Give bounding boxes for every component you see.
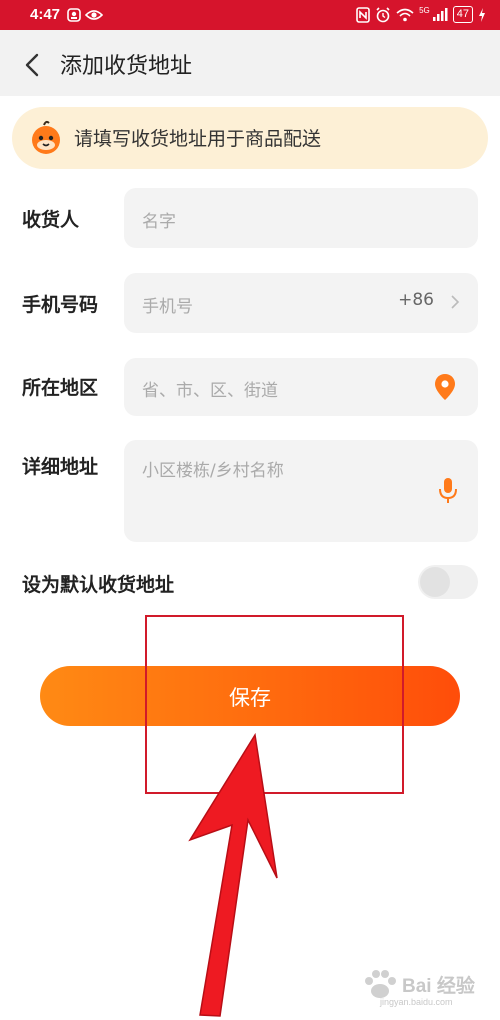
detail-placeholder: 小区楼栋/乡村名称 xyxy=(142,461,284,481)
signal-icon xyxy=(432,7,448,21)
location-pin-icon[interactable] xyxy=(434,373,456,401)
phone-placeholder: 手机号 xyxy=(142,297,193,317)
toggle-knob xyxy=(420,567,450,597)
network-type: 5G xyxy=(419,6,430,15)
back-arrow-icon xyxy=(25,53,39,77)
eye-icon xyxy=(85,10,103,20)
region-label: 所在地区 xyxy=(22,377,99,399)
phone-label: 手机号码 xyxy=(22,294,99,316)
status-right-icons: 5G 47 xyxy=(356,6,486,23)
paw-logo-icon xyxy=(365,970,396,998)
save-button[interactable]: 保存 xyxy=(40,666,460,726)
status-left-icons xyxy=(67,8,103,22)
region-placeholder: 省、市、区、街道 xyxy=(142,381,278,401)
notification-app-icon xyxy=(67,8,81,22)
battery-level: 47 xyxy=(452,6,473,23)
recipient-placeholder: 名字 xyxy=(142,212,176,232)
status-time: 4:47 xyxy=(30,6,61,23)
country-code-selector[interactable]: +86 xyxy=(398,290,434,310)
save-button-label: 保存 xyxy=(229,686,271,710)
region-input[interactable]: 省、市、区、街道 xyxy=(124,358,478,416)
watermark-url: jingyan.baidu.com xyxy=(380,997,453,1007)
banner-text: 请填写收货地址用于商品配送 xyxy=(74,128,322,150)
detail-address-input[interactable]: 小区楼栋/乡村名称 xyxy=(124,440,478,542)
alarm-icon xyxy=(376,6,390,22)
nfc-icon xyxy=(356,6,370,23)
watermark: Bai 经验 jingyan.baidu.com xyxy=(360,965,490,1015)
page-title: 添加收货地址 xyxy=(60,54,193,79)
default-address-label: 设为默认收货地址 xyxy=(22,574,175,596)
recipient-label: 收货人 xyxy=(22,209,80,231)
recipient-input[interactable]: 名字 xyxy=(124,188,478,248)
wifi-icon xyxy=(396,8,414,21)
default-address-toggle[interactable] xyxy=(418,565,478,599)
phone-input[interactable]: 手机号 +86 xyxy=(124,273,478,333)
status-bar: 4:47 5G 47 xyxy=(0,0,500,30)
info-banner: 请填写收货地址用于商品配送 xyxy=(12,107,488,169)
mascot-icon xyxy=(32,120,60,154)
header: 添加收货地址 xyxy=(0,30,500,96)
charging-icon xyxy=(479,7,485,22)
watermark-brand: Bai 经验 xyxy=(402,976,475,997)
detail-label: 详细地址 xyxy=(22,456,99,478)
back-button[interactable] xyxy=(18,50,48,80)
microphone-icon[interactable] xyxy=(438,476,458,506)
chevron-right-icon[interactable] xyxy=(450,294,460,310)
